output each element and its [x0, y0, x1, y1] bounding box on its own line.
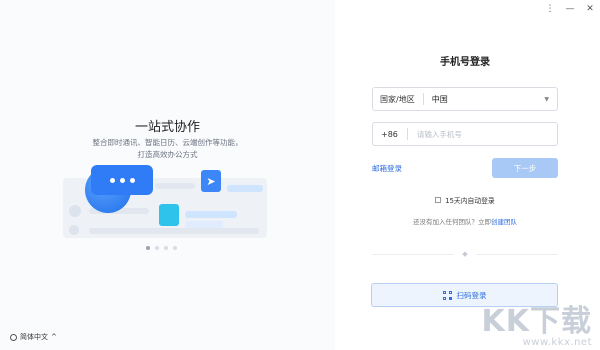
- illustration-bar: [185, 221, 223, 228]
- language-label: 简体中文: [20, 333, 48, 341]
- auto-login-label: 15天内自动登录: [445, 197, 495, 205]
- phone-input[interactable]: [416, 129, 537, 139]
- invite-text: 还没有加入任何团队？立即创建团队: [372, 216, 558, 226]
- illustration-avatar: [69, 225, 79, 235]
- illustration-avatar: [69, 205, 81, 217]
- phone-country-code: +86: [381, 129, 398, 139]
- country-label: 国家/地区: [380, 94, 415, 104]
- carousel-dot[interactable]: [173, 246, 177, 250]
- chevron-down-icon: ▼: [544, 95, 549, 103]
- promo-subtitle: 整合即时通讯、智能日历、云端创作等功能， 打造高效办公方式: [0, 137, 335, 161]
- menu-icon[interactable]: ⋮: [540, 0, 560, 18]
- divider-right: [476, 254, 558, 255]
- site-watermark: KK下载 www.kkx.net: [481, 304, 593, 349]
- illustration-bar: [185, 211, 237, 218]
- qr-code-icon: [442, 290, 452, 300]
- auto-login-checkbox[interactable]: [435, 197, 442, 203]
- field-divider: [406, 128, 408, 140]
- watermark-logo: KK下载: [481, 304, 592, 339]
- language-selector[interactable]: 简体中文 ^: [10, 332, 57, 342]
- carousel-dot[interactable]: [146, 246, 150, 250]
- qr-login-label: 扫码登录: [456, 290, 487, 300]
- phone-field[interactable]: +86: [372, 122, 558, 146]
- illustration-bar: [227, 185, 263, 192]
- create-team-link[interactable]: 创建团队: [491, 218, 517, 226]
- globe-icon: [10, 333, 17, 341]
- carousel-dot[interactable]: [155, 246, 159, 250]
- promo-subtitle-line-1: 整合即时通讯、智能日历、云端创作等功能，: [92, 138, 243, 147]
- chat-bubble-icon: [91, 165, 153, 195]
- window-controls: ⋮ — ✕: [540, 0, 600, 18]
- divider-left: [372, 254, 454, 255]
- document-icon: [159, 204, 179, 226]
- chevron-up-icon: ^: [51, 333, 57, 341]
- collaboration-illustration: ➤: [55, 163, 275, 245]
- illustration-row: [155, 183, 195, 189]
- email-login-link[interactable]: 邮箱登录: [372, 163, 402, 174]
- country-select[interactable]: 国家/地区 中国 ▼: [372, 87, 558, 111]
- invite-prompt: 还没有加入任何团队？立即: [413, 218, 491, 226]
- minimize-icon[interactable]: —: [560, 0, 580, 18]
- divider-icon: ◆: [462, 250, 468, 258]
- promo-subtitle-line-2: 打造高效办公方式: [137, 150, 198, 159]
- carousel-dot[interactable]: [164, 246, 168, 250]
- country-value: 中国: [431, 94, 448, 104]
- next-button[interactable]: 下一步: [492, 158, 558, 178]
- auto-login-option[interactable]: 15天内自动登录: [372, 195, 558, 205]
- login-title: 手机号登录: [440, 57, 490, 68]
- promo-panel: 一站式协作 整合即时通讯、智能日历、云端创作等功能， 打造高效办公方式 ➤ 简体…: [0, 0, 335, 350]
- promo-title: 一站式协作: [134, 120, 200, 135]
- send-icon: ➤: [201, 170, 221, 192]
- carousel-indicator: [146, 246, 177, 250]
- close-icon[interactable]: ✕: [580, 0, 600, 18]
- field-divider: [422, 93, 424, 105]
- illustration-row: [89, 228, 259, 234]
